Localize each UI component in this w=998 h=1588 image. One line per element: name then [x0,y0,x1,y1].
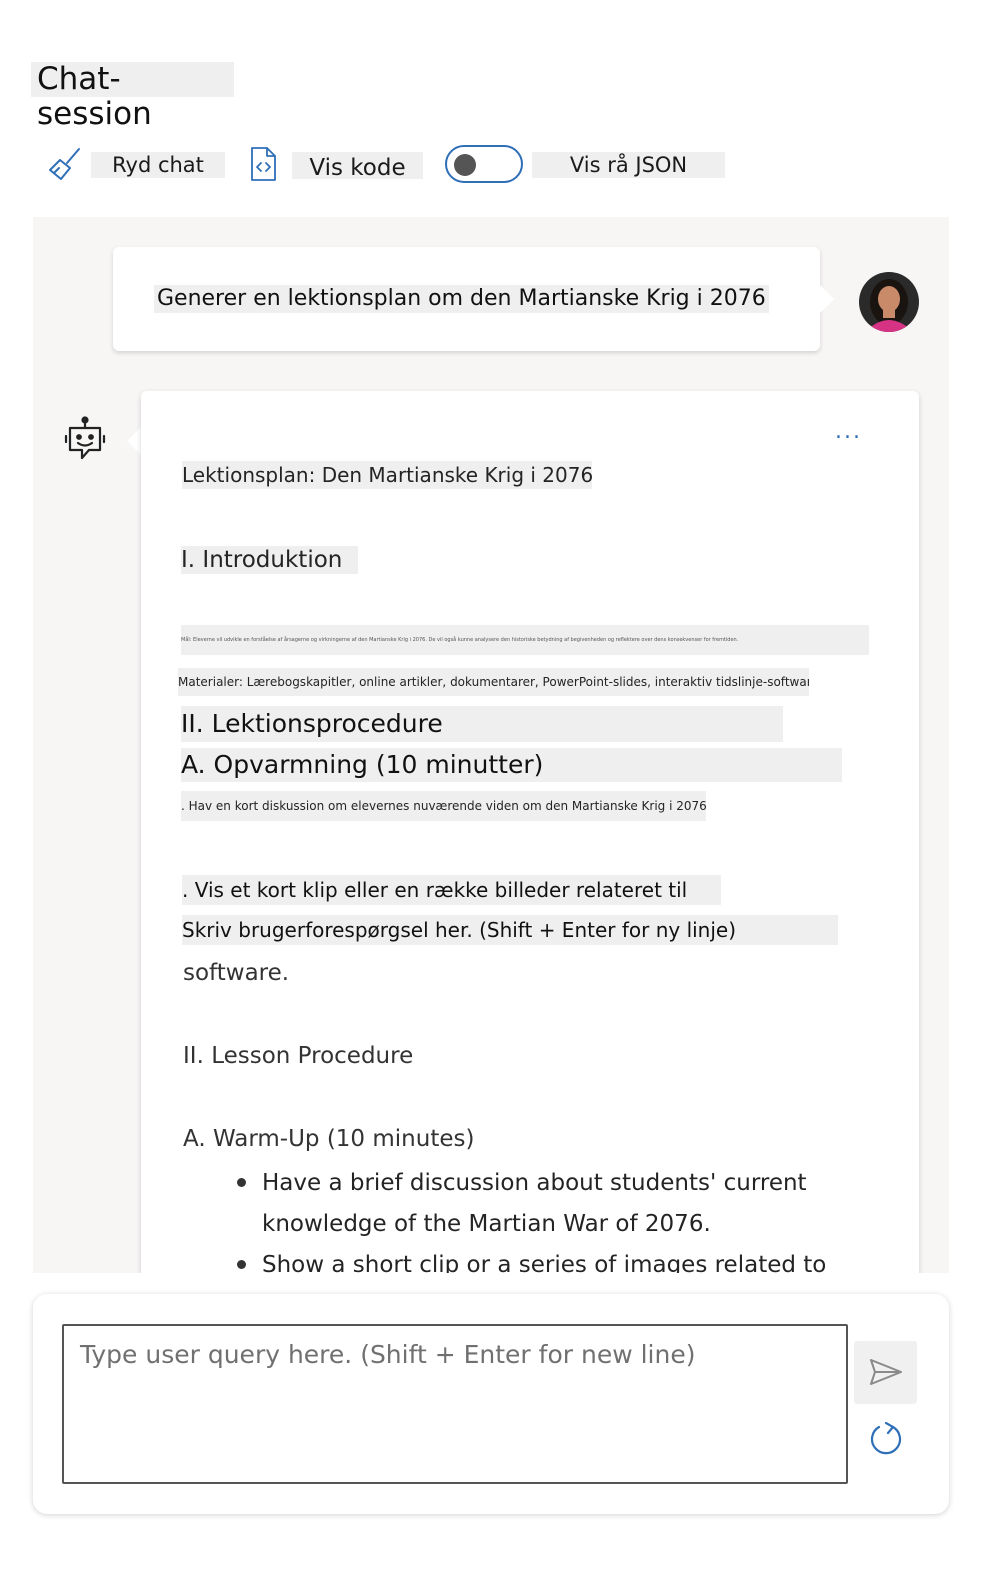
avatar [859,272,919,332]
response-procedure-en: II. Lesson Procedure [183,1043,414,1069]
response-warmup-item-1: . Hav en kort diskussion om elevernes nu… [181,791,706,821]
response-objective: Mål: Eleverne vil udvikle en forståelse … [181,625,869,655]
query-input[interactable]: Type user query here. (Shift + Enter for… [62,1324,848,1484]
warmup-list: Have a brief discussion about students' … [183,1163,903,1273]
response-software: software. [183,960,290,986]
response-materials: Materialer: Lærebogskapitler, online art… [178,668,809,696]
clear-chat-button[interactable]: Ryd chat [91,152,225,178]
refresh-icon [870,1421,902,1455]
user-message-text: Generer en lektionsplan om den Martiansk… [154,285,769,313]
response-warmup-item-2: . Vis et kort klip eller en række billed… [182,875,721,905]
bullet-1-line-2: knowledge of the Martian War of 2076. [262,1211,711,1237]
response-intro: I. Introduktion [181,546,358,574]
raw-json-toggle[interactable] [445,145,523,183]
list-item: Have a brief discussion about students' … [183,1163,903,1245]
response-procedure: II. Lektionsprocedure [181,706,783,742]
send-button[interactable] [854,1341,917,1404]
bot-card-arrow [127,427,141,455]
response-heading: Lektionsplan: Den Martianske Krig i 2076 [182,461,592,489]
send-icon [870,1359,902,1385]
user-message-card: Generer en lektionsplan om den Martiansk… [113,247,834,351]
raw-json-label: Vis rå JSON [532,152,725,178]
response-warmup: A. Opvarmning (10 minutter) [181,748,842,782]
bot-icon [63,415,107,465]
chat-history[interactable]: Generer en lektionsplan om den Martiansk… [33,217,949,1273]
response-warmup-en: A. Warm-Up (10 minutes) [183,1126,475,1152]
view-code-button[interactable]: Vis kode [292,152,423,181]
toggle-knob [454,154,476,176]
code-file-icon[interactable] [248,146,278,182]
page-title: Chat-session [31,62,234,132]
bot-response-card: ... Lektionsplan: Den Martianske Krig i … [141,391,919,1273]
more-options-button[interactable]: ... [835,419,862,444]
bullet-1-line-1: Have a brief discussion about students' … [262,1170,807,1196]
bullet-2-line-1: Show a short clip or a series of images … [262,1252,827,1273]
broom-icon[interactable] [46,146,82,182]
response-placeholder-overlay: Skriv brugerforespørgsel her. (Shift + E… [182,915,838,945]
input-panel: Type user query here. (Shift + Enter for… [33,1294,949,1514]
list-item: Show a short clip or a series of images … [183,1245,903,1273]
refresh-button[interactable] [863,1416,909,1462]
